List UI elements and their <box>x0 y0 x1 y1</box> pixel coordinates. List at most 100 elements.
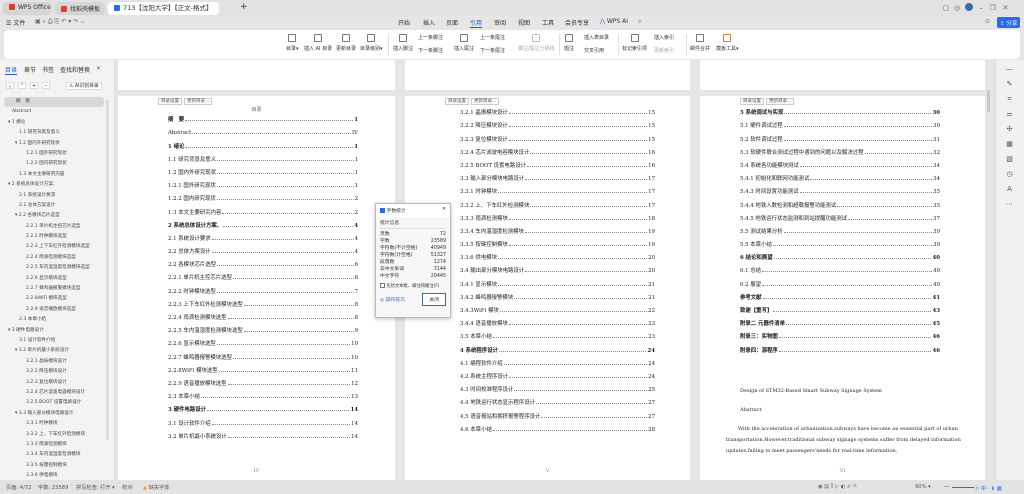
toc-entry[interactable]: 3.3.5 按键控制模块 19 <box>460 235 655 248</box>
separator-button[interactable]: 脚注/尾注分隔线 <box>518 34 555 52</box>
tab-wps-office[interactable]: WPS Office <box>3 2 51 15</box>
help-icon[interactable]: ◎ <box>954 4 960 12</box>
toc-entry[interactable]: 3.4 输出部分模块电路设计 20 <box>460 261 655 274</box>
document-scrollbar[interactable] <box>987 90 990 112</box>
toc-entry[interactable]: 5.2 软件调试过程 31 <box>740 129 940 143</box>
toc-entry[interactable]: 附录二 元器件清单 45 <box>740 314 940 327</box>
toc-entry[interactable]: 3.2.2 降压模块设计 15 <box>460 116 655 129</box>
close-button[interactable]: 关闭 <box>422 293 446 306</box>
toc-entry[interactable]: 2.2.9 语音播放模块选型 12 <box>168 374 358 387</box>
pen-icon[interactable]: ✎ <box>1005 80 1014 88</box>
toc-tree-item[interactable]: ▾ 3.3 输入部分模块电路设计 <box>0 409 108 419</box>
toc-entry[interactable]: Abstract IV <box>168 123 358 136</box>
tools-icon[interactable]: ✣ <box>1005 125 1014 133</box>
toc-entry[interactable]: 5.4 系统各功能模块测试 34 <box>740 156 940 169</box>
menu-view[interactable]: 视图 <box>518 18 530 27</box>
toc-tree-item[interactable]: 2.2.3 上下车红外检测模块选型 <box>0 242 108 252</box>
avatar[interactable] <box>964 3 973 11</box>
new-tab-button[interactable]: + <box>240 2 248 12</box>
toc-entry[interactable]: 2.2.3 上下车红外检测模块选型 8 <box>168 295 358 308</box>
next-footnote-button[interactable]: 下一条脚注 <box>418 47 443 54</box>
toc-button[interactable]: 目录▾ <box>286 34 299 52</box>
toc-tree-item[interactable]: 2.1 系统设计要求 <box>0 191 108 201</box>
toc-tree-item[interactable]: 摘 要 <box>4 97 104 108</box>
insert-index-button[interactable]: 插入索引 <box>654 34 674 41</box>
toc-entry[interactable]: 附录三：实物图 46 <box>740 327 940 340</box>
toc-entry[interactable]: 1.2.2 国内研究现状 2 <box>168 189 358 202</box>
remove-heading-button[interactable]: – <box>42 82 50 89</box>
missing-font-warning[interactable]: ▲ 缺失字体 <box>143 484 169 491</box>
toc-tree-item[interactable]: ▾ 3.2 单片机最小系统设计 <box>0 346 108 356</box>
close-icon[interactable]: ✕ <box>1002 4 1008 12</box>
toc-entry[interactable]: 5.4.4 地铁人数检测和超载报警功能测试 35 <box>740 195 940 209</box>
toc-settings-button[interactable]: 目录设置 <box>158 98 182 105</box>
cross-reference-button[interactable]: 交叉引用 <box>584 47 604 54</box>
toc-tree-item[interactable]: 2.2.5 车内温湿度检测模块选型 <box>0 263 108 273</box>
toc-entry[interactable]: 2.2.2 时钟模块选型 7 <box>168 281 358 295</box>
toc-entry[interactable]: 3.2.5 BOOT 设置电路设计 16 <box>460 156 655 169</box>
tab-find-replace[interactable]: 查找和替换 <box>60 65 90 74</box>
toc-tree-item[interactable]: 2.2.4 雨滴检测模块选型 <box>0 253 108 263</box>
toc-entry[interactable]: 3.2.1 晶振模块设计 15 <box>460 103 655 116</box>
toc-tree-item[interactable]: 2.2.7 蜂鸣器报警模块选型 <box>0 284 108 294</box>
page-indicator[interactable]: 页面: 4/72 <box>6 484 31 491</box>
toc-entry[interactable]: 2.2.1 单片机主控芯片选型 6 <box>168 268 358 281</box>
toc-entry[interactable]: 4.5 语音报站和拥挤报警程序设计 27 <box>460 406 655 420</box>
toc-tree-item[interactable]: 3.3.3 雨滴检测模块 <box>0 440 108 450</box>
toc-tree-item[interactable]: 2.2.2 时钟模块选型 <box>0 232 108 242</box>
toc-entry[interactable]: 5.5 本章小结 39 <box>740 235 940 248</box>
menu-review[interactable]: 审阅 <box>494 18 506 27</box>
toc-entry[interactable]: 附录四：源程序 46 <box>740 340 940 354</box>
update-toc-button[interactable]: 更新目录... <box>184 98 213 105</box>
upload-icon[interactable]: ⊙ <box>985 18 990 25</box>
mail-merge-button[interactable]: 邮件合并 <box>690 34 710 52</box>
tab-toc[interactable]: 目录 <box>5 65 18 75</box>
ai-toc-button[interactable]: 插入 AI 目录 <box>304 34 332 52</box>
minimize-icon[interactable]: – <box>979 4 983 12</box>
toc-tree-item[interactable]: 2.2.6 显示模块选型 <box>0 274 108 284</box>
layout-icon[interactable]: ▢ <box>943 4 950 12</box>
toc-entry[interactable]: 3.4.4 语音播放模块 23 <box>460 314 655 327</box>
insert-table-toc-button[interactable]: 插入表目录 <box>584 34 609 41</box>
next-endnote-button[interactable]: 下一条尾注 <box>480 47 505 54</box>
zoom-level[interactable]: 90% ▾ <box>915 484 931 490</box>
toc-tree-item[interactable]: 3.2.2 降压模块设计 <box>0 367 108 377</box>
toc-entry[interactable]: 4.3 时间校准程序设计 25 <box>460 380 655 393</box>
tab-templates[interactable]: 找稻壳模板 <box>55 2 105 15</box>
toc-entry[interactable]: 参考文献 41 <box>740 288 940 301</box>
toc-entry[interactable]: 5.4.3 时间设置功能测试 35 <box>740 182 940 195</box>
toc-entry[interactable]: 3.2.3 复位模块设计 15 <box>460 129 655 143</box>
spell-check-toggle[interactable]: 拼写检查: 打开 ▾ <box>76 484 115 491</box>
clock-icon[interactable]: ◷ <box>1005 170 1014 178</box>
toc-entry[interactable]: 1.2.1 国外研究现状 1 <box>168 176 358 189</box>
toc-tree-item[interactable]: Abstract <box>0 107 108 117</box>
toc-tree-item[interactable]: 3.3.2 上、下车红外检测模块 <box>0 430 108 440</box>
close-pane-icon[interactable]: ✕ <box>96 65 101 72</box>
menu-member[interactable]: 会员专享 <box>565 18 589 27</box>
include-textbox-checkbox[interactable]: 包括文本框、脚注和尾注(F) <box>376 280 450 292</box>
toc-entry[interactable]: 6 结论和展望 40 <box>740 248 940 261</box>
menu-page[interactable]: 页面 <box>446 18 458 27</box>
insert-endnote-button[interactable]: 插入尾注 <box>454 34 474 52</box>
scan-icon[interactable]: ▧ <box>1005 155 1014 163</box>
toc-entry[interactable]: 4.4 地铁运行状态显示程序设计 27 <box>460 393 655 406</box>
menu-file[interactable]: ☰ 文件 <box>6 18 25 27</box>
sidebar-scrollbar[interactable] <box>106 100 109 440</box>
collapse-icon[interactable]: — <box>1005 65 1014 73</box>
collapse-up-button[interactable]: ⌃ <box>18 82 26 89</box>
toc-level-button[interactable]: 目录级别▾ <box>360 34 383 52</box>
toc-entry[interactable]: 2.2 总体方案设计 4 <box>168 242 358 255</box>
menu-tools[interactable]: 工具 <box>542 18 554 27</box>
toc-entry[interactable]: 3 硬件电路设计 14 <box>168 400 358 413</box>
add-heading-button[interactable]: + <box>30 82 38 89</box>
toc-tree-item[interactable]: ▾ 2 系统总体设计方案、 <box>0 180 108 190</box>
toc-tree-item[interactable]: 2.2.8WiFi 模块选型 <box>0 294 108 304</box>
share-button[interactable]: ⇪ 分享 <box>997 17 1021 28</box>
toc-tree-item[interactable]: ▾ 2.2 各模块芯片选型 <box>0 211 108 221</box>
toc-entry[interactable]: 6.2 展望 40 <box>740 274 940 288</box>
toc-entry[interactable]: 1 绪论 1 <box>168 136 358 150</box>
toc-tree-item[interactable]: 1.2.2 国内研究现状 <box>0 159 108 169</box>
word-count[interactable]: 字数: 23589 <box>38 484 68 491</box>
toc-tree-item[interactable]: 3.1 设计软件介绍 <box>0 336 108 346</box>
prev-footnote-button[interactable]: 上一条脚注 <box>418 34 443 41</box>
